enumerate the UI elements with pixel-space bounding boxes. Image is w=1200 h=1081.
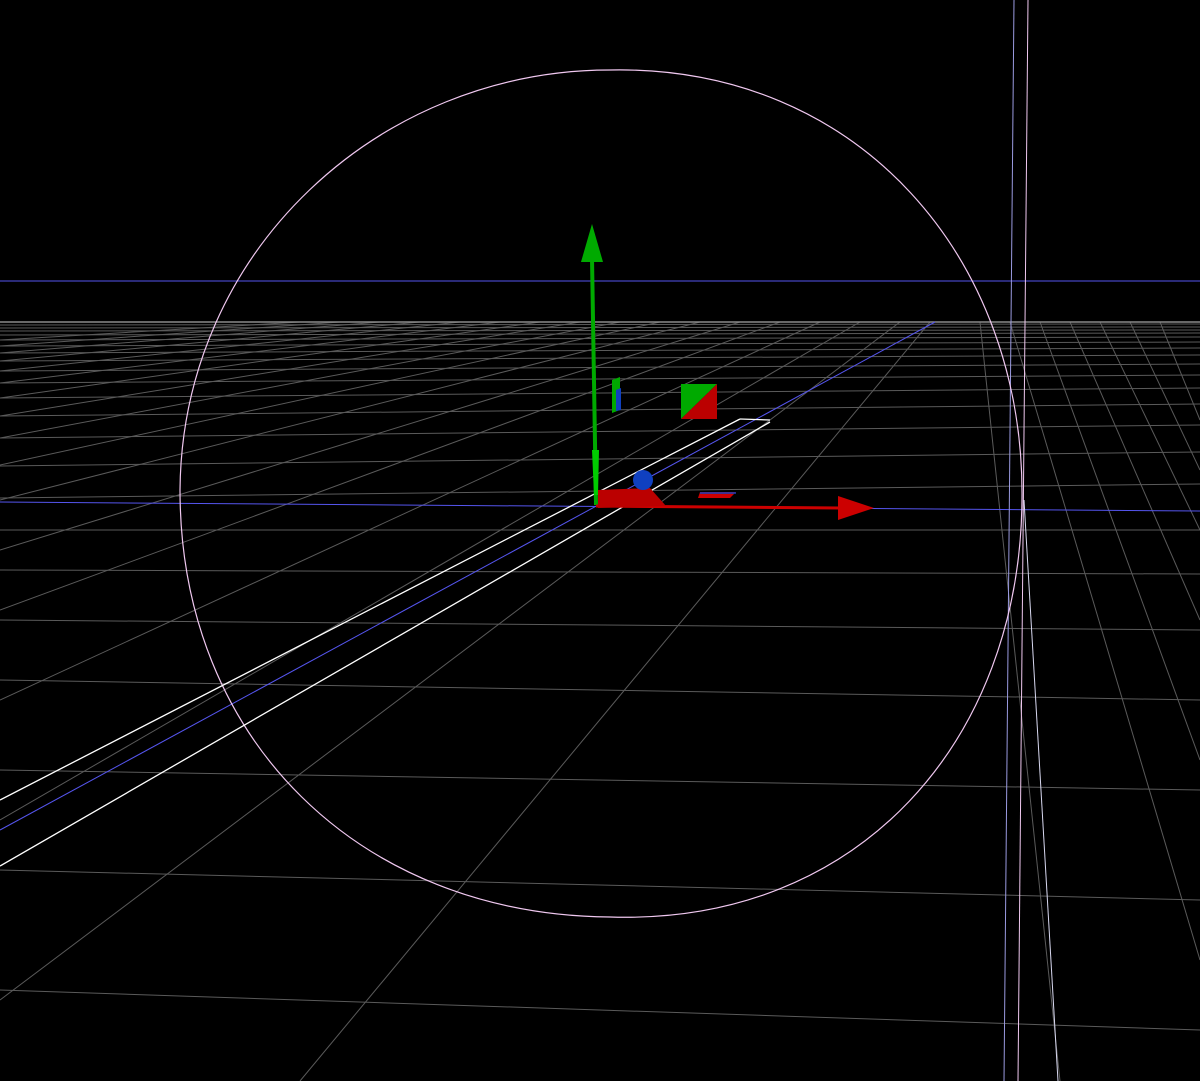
plane-xy-handle-icon[interactable] <box>681 384 717 419</box>
scene-canvas[interactable] <box>0 0 1200 1081</box>
3d-viewport[interactable] <box>0 0 1200 1081</box>
translate-z-handle-icon[interactable] <box>633 470 653 490</box>
plane-yz-vertical-handle[interactable] <box>612 377 621 413</box>
